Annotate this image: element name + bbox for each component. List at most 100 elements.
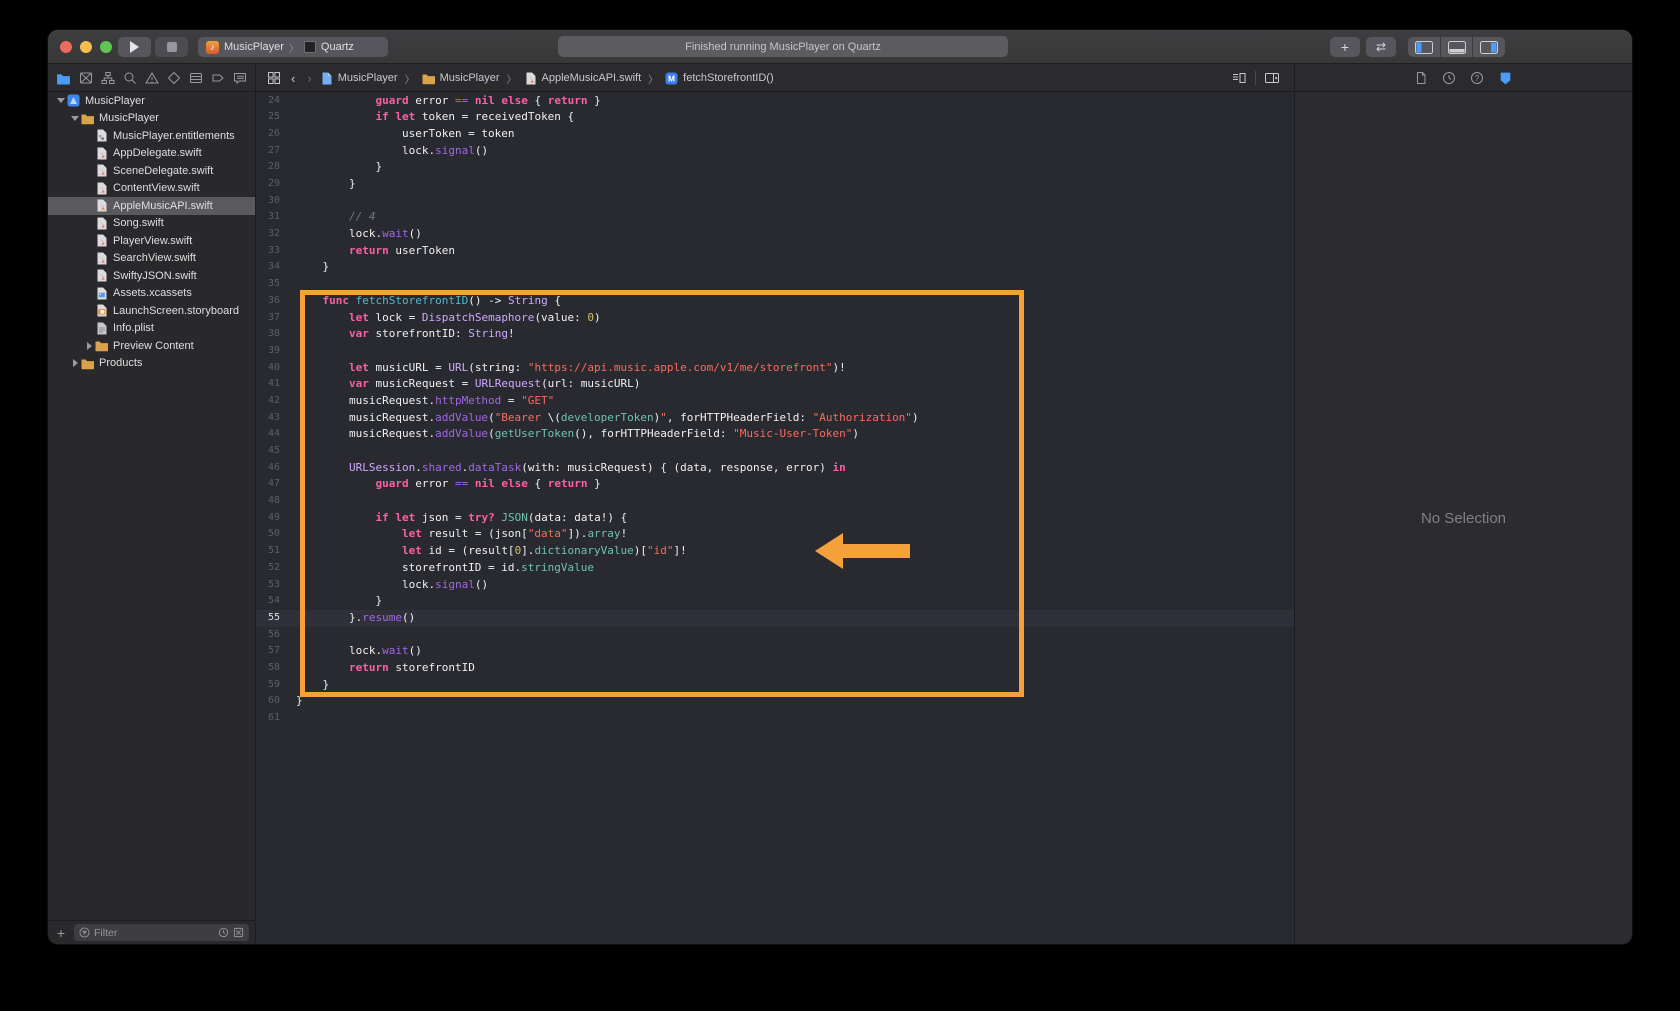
selected-inspector-tab[interactable] xyxy=(1498,71,1513,86)
line-number[interactable]: 32 xyxy=(256,226,280,243)
toggle-inspector-button[interactable] xyxy=(1473,37,1505,57)
line-number[interactable]: 28 xyxy=(256,159,280,176)
code-line[interactable]: 43 musicRequest.addValue("Bearer \(devel… xyxy=(256,410,1294,427)
code-line[interactable]: 29 } xyxy=(256,176,1294,193)
filter-field[interactable]: Filter xyxy=(74,924,249,941)
breadcrumb-item[interactable]: MusicPlayer xyxy=(420,72,502,85)
code-line[interactable]: 49 if let json = try? JSON(data: data!) … xyxy=(256,510,1294,527)
code-line[interactable]: 46 URLSession.shared.dataTask(with: musi… xyxy=(256,460,1294,477)
file-row[interactable]: Products xyxy=(48,355,255,373)
zoom-button[interactable] xyxy=(100,41,112,53)
file-row[interactable]: AppleMusicAPI.swift xyxy=(48,197,255,215)
add-file-button[interactable]: + xyxy=(54,925,68,941)
breadcrumb-item[interactable]: MusicPlayer xyxy=(318,72,400,85)
disclosure-triangle-icon[interactable] xyxy=(69,359,81,367)
source-control-navigator-tab[interactable] xyxy=(78,71,93,86)
file-row[interactable]: MusicPlayer xyxy=(48,92,255,110)
code-line[interactable]: 34 } xyxy=(256,259,1294,276)
code-line[interactable]: 52 storefrontID = id.stringValue xyxy=(256,560,1294,577)
disclosure-triangle-icon[interactable] xyxy=(69,116,81,121)
project-navigator-tab[interactable] xyxy=(56,71,71,86)
line-number[interactable]: 41 xyxy=(256,376,280,393)
stop-button[interactable] xyxy=(155,37,188,57)
line-number[interactable]: 31 xyxy=(256,209,280,226)
code-line[interactable]: 31 // 4 xyxy=(256,209,1294,226)
code-line[interactable]: 40 let musicURL = URL(string: "https://a… xyxy=(256,360,1294,377)
recent-files-icon[interactable] xyxy=(218,927,229,938)
line-number[interactable]: 29 xyxy=(256,176,280,193)
file-inspector-tab[interactable] xyxy=(1414,71,1428,85)
file-row[interactable]: Info.plist xyxy=(48,320,255,338)
code-line[interactable]: 30 xyxy=(256,193,1294,210)
file-row[interactable]: Preview Content xyxy=(48,337,255,355)
code-line[interactable]: 28 } xyxy=(256,159,1294,176)
line-number[interactable]: 25 xyxy=(256,109,280,126)
code-line[interactable]: 35 xyxy=(256,276,1294,293)
line-number[interactable]: 50 xyxy=(256,526,280,543)
line-number[interactable]: 38 xyxy=(256,326,280,343)
line-number[interactable]: 26 xyxy=(256,126,280,143)
quick-help-inspector-tab[interactable]: ? xyxy=(1470,71,1484,85)
line-number[interactable]: 55 xyxy=(256,610,280,627)
source-editor[interactable]: 24 guard error == nil else { return }25 … xyxy=(256,92,1294,944)
code-line[interactable]: 58 return storefrontID xyxy=(256,660,1294,677)
report-navigator-tab[interactable] xyxy=(232,71,247,86)
add-editor-button[interactable] xyxy=(1264,71,1280,85)
file-row[interactable]: AppDelegate.swift xyxy=(48,145,255,163)
code-line[interactable]: 48 xyxy=(256,493,1294,510)
breadcrumb-item[interactable]: AppleMusicAPI.swift xyxy=(522,72,644,85)
line-number[interactable]: 27 xyxy=(256,143,280,160)
line-number[interactable]: 37 xyxy=(256,310,280,327)
line-number[interactable]: 60 xyxy=(256,693,280,710)
line-number[interactable]: 49 xyxy=(256,510,280,527)
back-button[interactable]: ‹ xyxy=(285,71,301,86)
code-line[interactable]: 38 var storefrontID: String! xyxy=(256,326,1294,343)
code-line[interactable]: 61 xyxy=(256,710,1294,727)
line-number[interactable]: 35 xyxy=(256,276,280,293)
test-navigator-tab[interactable] xyxy=(166,71,181,86)
line-number[interactable]: 56 xyxy=(256,627,280,644)
line-number[interactable]: 24 xyxy=(256,93,280,110)
file-row[interactable]: Song.swift xyxy=(48,215,255,233)
issue-navigator-tab[interactable] xyxy=(144,71,159,86)
source-control-status-icon[interactable] xyxy=(233,927,244,938)
disclosure-triangle-icon[interactable] xyxy=(55,98,67,103)
code-line[interactable]: 41 var musicRequest = URLRequest(url: mu… xyxy=(256,376,1294,393)
editor-mode-button[interactable]: ⇄ xyxy=(1366,37,1396,57)
code-line[interactable]: 37 let lock = DispatchSemaphore(value: 0… xyxy=(256,310,1294,327)
file-row[interactable]: SearchView.swift xyxy=(48,250,255,268)
code-line[interactable]: 25 if let token = receivedToken { xyxy=(256,109,1294,126)
code-line[interactable]: 56 xyxy=(256,627,1294,644)
line-number[interactable]: 39 xyxy=(256,343,280,360)
code-line[interactable]: 24 guard error == nil else { return } xyxy=(256,93,1294,110)
line-number[interactable]: 36 xyxy=(256,293,280,310)
toggle-navigator-button[interactable] xyxy=(1408,37,1440,57)
code-line[interactable]: 39 xyxy=(256,343,1294,360)
file-row[interactable]: ContentView.swift xyxy=(48,180,255,198)
code-line[interactable]: 44 musicRequest.addValue(getUserToken(),… xyxy=(256,426,1294,443)
line-number[interactable]: 53 xyxy=(256,577,280,594)
code-line[interactable]: 54 } xyxy=(256,593,1294,610)
line-number[interactable]: 33 xyxy=(256,243,280,260)
disclosure-triangle-icon[interactable] xyxy=(83,342,95,350)
code-line[interactable]: 53 lock.signal() xyxy=(256,577,1294,594)
line-number[interactable]: 58 xyxy=(256,660,280,677)
code-line[interactable]: 60} xyxy=(256,693,1294,710)
debug-navigator-tab[interactable] xyxy=(188,71,203,86)
toggle-debug-area-button[interactable] xyxy=(1441,37,1473,57)
code-line[interactable]: 57 lock.wait() xyxy=(256,643,1294,660)
find-navigator-tab[interactable] xyxy=(122,71,137,86)
file-row[interactable]: SwiftyJSON.swift xyxy=(48,267,255,285)
file-row[interactable]: MusicPlayer xyxy=(48,110,255,128)
line-number[interactable]: 44 xyxy=(256,426,280,443)
code-line[interactable]: 51 let id = (result[0].dictionaryValue)[… xyxy=(256,543,1294,560)
file-row[interactable]: Assets.xcassets xyxy=(48,285,255,303)
line-number[interactable]: 46 xyxy=(256,460,280,477)
file-row[interactable]: LaunchScreen.storyboard xyxy=(48,302,255,320)
line-number[interactable]: 47 xyxy=(256,476,280,493)
code-line[interactable]: 32 lock.wait() xyxy=(256,226,1294,243)
line-number[interactable]: 54 xyxy=(256,593,280,610)
minimize-button[interactable] xyxy=(80,41,92,53)
code-line[interactable]: 42 musicRequest.httpMethod = "GET" xyxy=(256,393,1294,410)
library-button[interactable]: + xyxy=(1330,37,1360,57)
